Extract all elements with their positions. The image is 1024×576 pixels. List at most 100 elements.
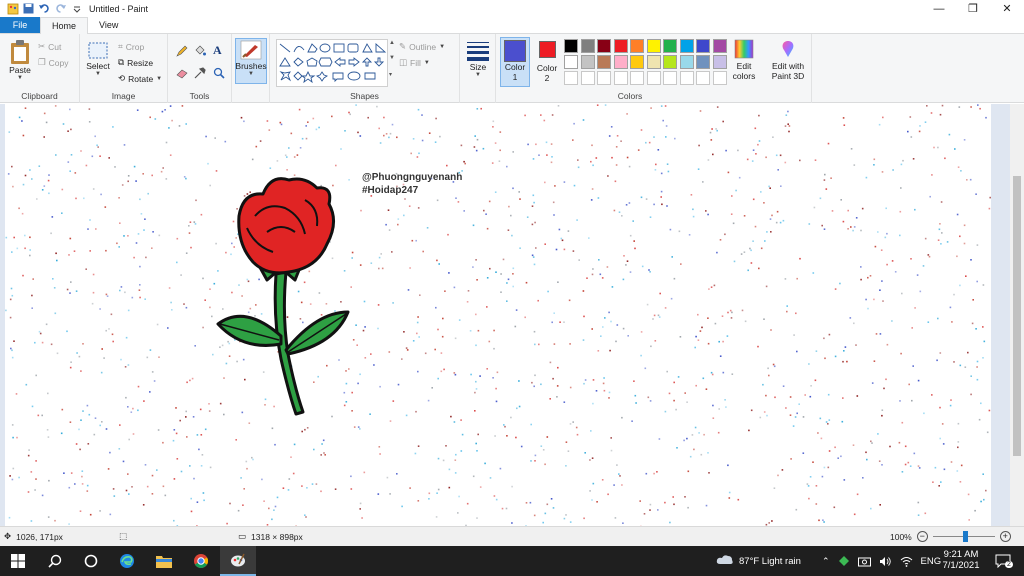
palette-swatch[interactable] [712,71,727,85]
chrome-icon[interactable] [183,546,219,576]
colors-group-label: Colors [617,91,643,101]
fill-bucket-icon[interactable] [194,45,206,57]
palette-swatch[interactable] [646,71,661,85]
weather-widget[interactable]: 87°F Light rain [716,546,801,576]
search-icon[interactable] [37,546,73,576]
palette-swatch[interactable] [597,55,611,69]
wifi-icon[interactable] [900,556,913,567]
start-button[interactable] [0,546,36,576]
text-tool-icon[interactable]: A [213,43,222,58]
palette-swatch[interactable] [646,39,661,53]
palette-swatch[interactable] [630,55,644,69]
resize-button[interactable]: ⧉ Resize [118,57,153,68]
save-icon[interactable] [22,2,35,15]
paint-taskbar-icon[interactable] [220,546,256,576]
file-explorer-icon[interactable] [146,546,182,576]
tray-camera-icon[interactable] [857,556,871,567]
color2-button[interactable]: Color 2 [534,41,560,83]
paint3d-icon [782,41,794,57]
outline-button[interactable]: ✎ Outline ▼ [399,41,445,52]
rotate-button[interactable]: ⟲ Rotate ▼ [118,73,162,84]
zoom-in-icon[interactable]: + [999,531,1011,542]
customize-qat-icon[interactable] [70,2,83,15]
tray-app-icon[interactable] [838,555,850,567]
brushes-group: Brushes ▼ [232,34,270,103]
palette-swatch[interactable] [580,71,595,85]
tab-view[interactable]: View [88,17,129,33]
zoom-level: 100% [890,531,912,542]
select-button[interactable]: Select ▼ [85,41,111,77]
shapes-expand-icon[interactable]: ▾ [389,71,392,78]
palette-swatch[interactable] [712,39,727,53]
maximize-button[interactable]: ❐ [956,0,990,17]
tray-chevron-up-icon[interactable]: ⌃ [822,556,830,567]
palette-swatch[interactable] [696,55,710,69]
speaker-icon[interactable] [879,556,892,567]
drawing-canvas[interactable]: @Phuongnguyenanh #Hoidap247 [5,104,991,526]
palette-swatch[interactable] [663,55,677,69]
palette-swatch[interactable] [564,55,578,69]
size-button[interactable]: Size ▼ [463,40,493,78]
edge-browser-icon[interactable] [109,546,145,576]
brushes-button[interactable]: Brushes ▼ [235,38,267,84]
shapes-scroll-down-icon[interactable]: ▼ [389,55,395,61]
palette-swatch[interactable] [580,55,595,69]
palette-swatch[interactable] [564,39,578,53]
palette-swatch[interactable] [613,39,628,53]
cortana-icon[interactable] [73,546,109,576]
zoom-out-icon[interactable]: − [916,531,928,542]
palette-swatch[interactable] [679,39,694,53]
minimize-button[interactable]: — [922,0,956,17]
edit-with-paint3d-button[interactable]: Edit with Paint 3D [766,39,810,81]
palette-swatch[interactable] [646,55,661,69]
copy-button[interactable]: ❐ Copy [38,57,68,68]
notifications-button[interactable]: 2 [990,546,1016,576]
color1-button[interactable]: Color 1 [500,37,530,87]
palette-swatch[interactable] [630,39,644,53]
palette-swatch[interactable] [679,55,694,69]
rotate-icon: ⟲ [118,73,126,83]
palette-swatch[interactable] [696,71,710,85]
cursor-position-icon: ✥ [4,531,12,541]
redo-icon[interactable] [54,2,67,15]
color-picker-icon[interactable] [194,67,206,79]
paste-button[interactable]: Paste ▼ [5,39,35,81]
shapes-group-label: Shapes [350,91,379,101]
palette-swatch[interactable] [663,71,677,85]
canvas-workspace: @Phuongnguyenanh #Hoidap247 [0,104,1024,526]
palette-swatch[interactable] [630,71,644,85]
outline-label: Outline [409,41,437,52]
tab-file[interactable]: File [0,17,40,33]
tab-home[interactable]: Home [40,17,89,34]
palette-swatch[interactable] [564,71,578,85]
palette-swatch[interactable] [679,71,694,85]
vertical-scrollbar[interactable] [1010,104,1024,526]
vertical-scrollbar-thumb[interactable] [1013,176,1021,456]
zoom-slider-thumb[interactable] [962,531,968,542]
clock[interactable]: 9:21 AM 7/1/2021 [938,546,984,576]
magnifier-icon[interactable] [213,67,225,79]
palette-swatch[interactable] [663,39,677,53]
palette-swatch[interactable] [696,39,710,53]
undo-icon[interactable] [38,2,51,15]
palette-swatch[interactable] [613,55,628,69]
size-group: Size ▼ [460,34,496,103]
fill-button[interactable]: ◫ Fill ▼ [399,57,430,68]
shapes-scroll-up-icon[interactable]: ▲ [389,40,395,46]
color-palette [564,39,730,89]
pencil-icon[interactable] [176,45,188,57]
edit-colors-button[interactable]: Edit colors [730,39,758,81]
palette-swatch[interactable] [613,71,628,85]
palette-swatch[interactable] [597,71,611,85]
shapes-gallery[interactable] [276,39,388,87]
edit-colors-label-line1: Edit [736,61,752,71]
palette-swatch[interactable] [597,39,611,53]
eraser-icon[interactable] [176,67,188,79]
notification-count: 2 [1005,561,1013,568]
close-button[interactable]: ✕ [990,0,1024,17]
palette-swatch[interactable] [712,55,727,69]
zoom-slider[interactable] [932,531,995,542]
crop-button[interactable]: ⌗ Crop [118,41,144,52]
palette-swatch[interactable] [580,39,595,53]
cut-button[interactable]: ✂ Cut [38,41,61,52]
